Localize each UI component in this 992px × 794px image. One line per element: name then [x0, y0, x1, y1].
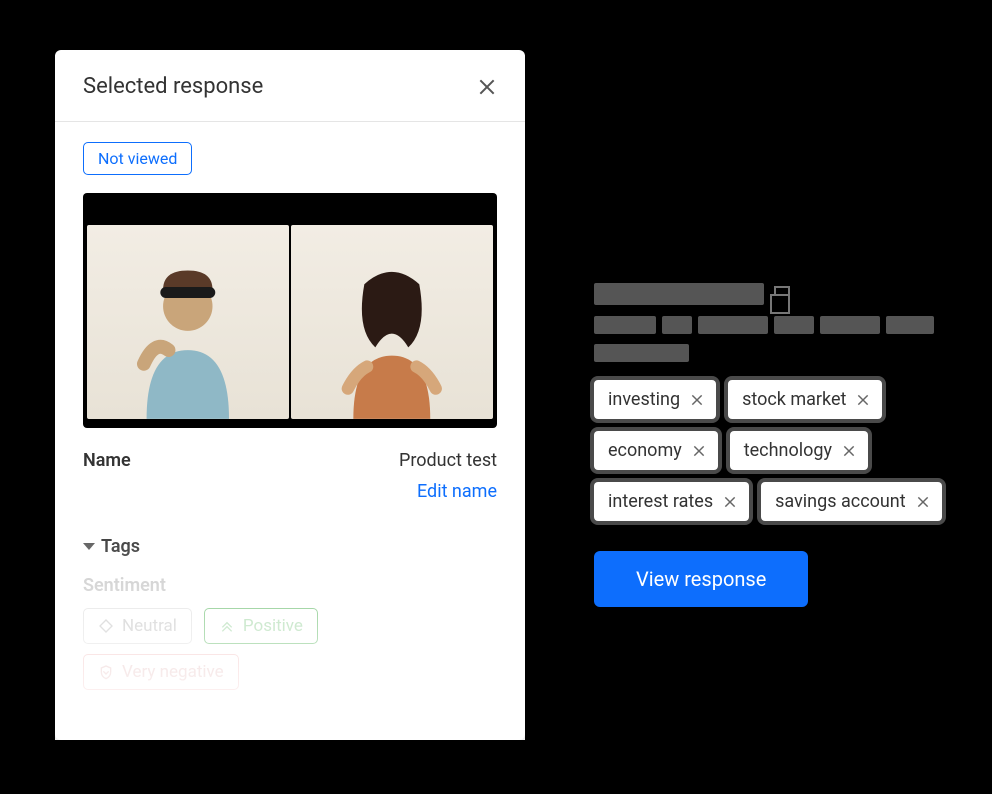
- view-response-button[interactable]: View response: [594, 551, 808, 607]
- participant-tile-1: [87, 225, 289, 419]
- right-subheader: [594, 316, 964, 362]
- topic-chip-label: stock market: [742, 389, 846, 410]
- topic-chip-label: technology: [744, 440, 832, 461]
- close-icon[interactable]: [723, 495, 737, 509]
- topic-chip[interactable]: interest rates: [594, 482, 749, 521]
- external-link-icon[interactable]: [774, 286, 790, 302]
- tags-title: Tags: [101, 536, 140, 557]
- person-avatar-icon: [311, 254, 473, 419]
- topic-chip[interactable]: economy: [594, 431, 718, 470]
- edit-name-link[interactable]: Edit name: [83, 481, 497, 502]
- diamond-icon: [98, 618, 114, 634]
- video-tiles: [83, 193, 497, 428]
- close-icon[interactable]: [916, 495, 930, 509]
- close-icon[interactable]: [690, 393, 704, 407]
- redacted-text-bar: [820, 316, 880, 334]
- name-row: Name Product test: [83, 450, 497, 471]
- close-icon[interactable]: [477, 77, 497, 97]
- tags-section-header[interactable]: Tags: [83, 536, 497, 557]
- topic-chip-label: economy: [608, 440, 682, 461]
- sentiment-chip-very-negative[interactable]: Very negative: [83, 654, 239, 690]
- sentiment-chip-positive[interactable]: Positive: [204, 608, 318, 644]
- topic-chip-label: interest rates: [608, 491, 713, 512]
- right-header: [594, 280, 964, 308]
- sentiment-chip-label: Very negative: [122, 662, 224, 682]
- sentiment-chip-label: Neutral: [122, 616, 177, 636]
- video-thumbnail[interactable]: [83, 193, 497, 428]
- sentiment-chip-label: Positive: [243, 616, 303, 636]
- sentiment-chip-neutral[interactable]: Neutral: [83, 608, 192, 644]
- caret-down-icon: [83, 543, 95, 550]
- sentiment-row: Very negative: [83, 654, 497, 690]
- topic-chip[interactable]: technology: [730, 431, 868, 470]
- redacted-text-bar: [698, 316, 768, 334]
- close-icon[interactable]: [692, 444, 706, 458]
- sentiment-row: Neutral Positive: [83, 608, 497, 644]
- sentiment-label: Sentiment: [83, 575, 497, 596]
- topic-chip[interactable]: stock market: [728, 380, 882, 419]
- shield-down-icon: [98, 664, 114, 680]
- double-chevron-up-icon: [219, 618, 235, 634]
- name-value: Product test: [399, 450, 497, 471]
- redacted-text-bar: [594, 316, 656, 334]
- panel-body: Not viewed: [55, 122, 525, 690]
- topic-tag-row: investing stock market economy technolog…: [594, 380, 964, 521]
- name-label: Name: [83, 450, 131, 471]
- selected-response-panel: Selected response Not viewed: [55, 50, 525, 740]
- topic-chip-label: savings account: [775, 491, 906, 512]
- close-icon[interactable]: [842, 444, 856, 458]
- close-icon[interactable]: [856, 393, 870, 407]
- redacted-text-bar: [594, 344, 689, 362]
- topic-chip[interactable]: investing: [594, 380, 716, 419]
- topic-chip[interactable]: savings account: [761, 482, 942, 521]
- panel-title: Selected response: [83, 74, 263, 99]
- redacted-text-bar: [662, 316, 692, 334]
- person-avatar-icon: [107, 254, 269, 419]
- participant-tile-2: [291, 225, 493, 419]
- redacted-text-bar: [774, 316, 814, 334]
- right-block: investing stock market economy technolog…: [594, 280, 964, 607]
- panel-header: Selected response: [55, 50, 525, 122]
- topic-chip-label: investing: [608, 389, 680, 410]
- redacted-text-bar: [886, 316, 934, 334]
- redacted-text-bar: [594, 283, 764, 305]
- status-badge[interactable]: Not viewed: [83, 142, 192, 175]
